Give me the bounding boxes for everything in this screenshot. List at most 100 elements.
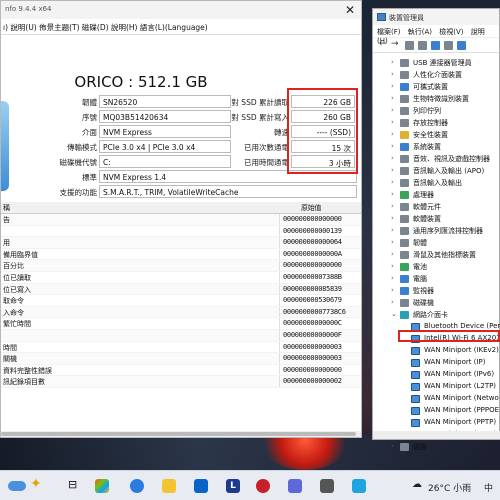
chevron-right-icon[interactable]: › (391, 106, 394, 114)
tree-item[interactable]: › 列印佇列 (373, 105, 500, 117)
tree-item[interactable]: › 電池 (373, 261, 500, 273)
table-row[interactable]: 資料完整性錯誤 000000000000000 (1, 364, 361, 377)
menu-action[interactable]: 執行(A) (408, 28, 432, 36)
forward-arrow-icon[interactable]: → (391, 39, 400, 49)
network-adapter-item[interactable]: WAN Miniport (IPv6) (373, 369, 500, 381)
tree-item[interactable]: › 音訊輸入及輸出 (APO) (373, 165, 500, 177)
tree-item[interactable]: › 通用序列匯流排控制器 (373, 225, 500, 237)
chevron-right-icon[interactable]: › (391, 226, 394, 234)
tree-item[interactable]: › 音效、視訊及遊戲控制器 (373, 153, 500, 165)
chevron-right-icon[interactable]: › (391, 130, 394, 138)
tree-item[interactable]: › 電腦 (373, 273, 500, 285)
tree-item[interactable]: › 安全性裝置 (373, 129, 500, 141)
chevron-right-icon[interactable]: › (391, 286, 394, 294)
tree-item[interactable]: › 人性化介面裝置 (373, 69, 500, 81)
chevron-right-icon[interactable]: › (391, 190, 394, 198)
table-row[interactable]: 時間 000000000000003 (1, 341, 361, 354)
table-row[interactable]: 000000000000139 (1, 225, 361, 238)
network-adapter-item[interactable]: WAN Miniport (IP) (373, 357, 500, 369)
windows-start-icon[interactable] (95, 479, 109, 493)
chevron-right-icon[interactable]: › (391, 298, 394, 306)
chevron-right-icon[interactable]: › (391, 70, 394, 78)
table-row[interactable]: 百分比 000000000000000 (1, 260, 361, 272)
tree-item[interactable]: › 磁碟機 (373, 297, 500, 309)
tree-item[interactable]: › USB 連接器管理員 (373, 57, 500, 69)
tree-item[interactable]: › 音訊輸入及輸出 (373, 177, 500, 189)
table-row[interactable]: 位已讀取 00000000007388B (1, 271, 361, 284)
tree-item[interactable]: ⌄ 網路介面卡 (373, 309, 500, 321)
chevron-right-icon[interactable]: › (391, 178, 394, 186)
scan-hardware-icon[interactable] (444, 41, 453, 50)
table-row[interactable]: 位已寫入 000000000085839 (1, 283, 361, 296)
network-adapter-item[interactable]: WAN Miniport (PPPOE (373, 405, 500, 417)
copilot-sparkle-icon[interactable]: ✦ (30, 476, 44, 492)
input-language[interactable]: 中 (484, 481, 493, 494)
table-row[interactable]: 關機 000000000000003 (1, 353, 361, 365)
chevron-right-icon[interactable]: › (391, 262, 394, 270)
photos-app-icon[interactable] (288, 479, 302, 493)
scrollbar-thumb[interactable] (1, 432, 356, 436)
table-row[interactable]: 00000000000000F (1, 329, 361, 342)
help-icon[interactable] (431, 41, 440, 50)
network-adapter-item[interactable]: WAN Miniport (L2TP) (373, 381, 500, 393)
chevron-right-icon[interactable]: › (391, 442, 394, 450)
cdi-menu-items[interactable]: ı) 說明(U) 佈景主題(T) 磁碟(D) 說明(H) 語言(L)(Langu… (3, 23, 208, 32)
widgets-icon[interactable] (8, 481, 26, 491)
tree-item[interactable]: › 存放控制器 (373, 117, 500, 129)
menu-file[interactable]: 檔案(F) (377, 28, 401, 36)
chevron-down-icon[interactable]: ⌄ (391, 310, 397, 318)
table-row[interactable]: 入命令 00000000007738C6 (1, 306, 361, 319)
tree-item[interactable]: › 鍵盤 (373, 441, 500, 453)
table-row[interactable]: 訊紀錄項目數 000000000000002 (1, 376, 361, 388)
chevron-right-icon[interactable]: › (391, 58, 394, 66)
chevron-right-icon[interactable]: › (391, 166, 394, 174)
tree-item[interactable]: › 處理器 (373, 189, 500, 201)
close-icon[interactable]: ✕ (345, 3, 355, 17)
chevron-right-icon[interactable]: › (391, 154, 394, 162)
back-arrow-icon[interactable]: ← (379, 39, 388, 49)
column-header-name[interactable]: 稱 (3, 203, 10, 213)
tree-item[interactable]: › 軟體元件 (373, 201, 500, 213)
tree-item[interactable]: › 韌體 (373, 237, 500, 249)
menu-view[interactable]: 檢視(V) (439, 28, 463, 36)
table-row[interactable]: 取命令 000000000530679 (1, 295, 361, 307)
table-row[interactable]: 用 000000000000064 (1, 237, 361, 249)
tree-item[interactable]: › 生物特徵識別裝置 (373, 93, 500, 105)
chevron-right-icon[interactable]: › (391, 214, 394, 222)
tree-item[interactable]: › 滑鼠及其他指標裝置 (373, 249, 500, 261)
chevron-right-icon[interactable]: › (391, 118, 394, 126)
properties-icon[interactable] (405, 41, 414, 50)
chevron-right-icon[interactable]: › (391, 250, 394, 258)
table-row[interactable]: 備用臨界值 00000000000000A (1, 248, 361, 261)
security-app-icon[interactable] (256, 479, 270, 493)
network-adapter-item[interactable]: WAN Miniport (PPTP) (373, 417, 500, 429)
chevron-right-icon[interactable]: › (391, 142, 394, 150)
tree-item[interactable]: › 系統裝置 (373, 141, 500, 153)
crystaldiskinfo-taskbar-icon[interactable] (352, 479, 366, 493)
column-header-raw[interactable]: 原始值 (301, 203, 321, 213)
table-row[interactable]: 繁忙時間 00000000000000C (1, 318, 361, 330)
network-adapter-item[interactable]: WAN Miniport (IKEv2) (373, 345, 500, 357)
table-row[interactable]: 告 000000000000000 (1, 214, 361, 226)
edge-browser-icon[interactable] (130, 479, 144, 493)
chevron-right-icon[interactable]: › (391, 82, 394, 90)
outlook-icon[interactable] (194, 479, 208, 493)
weather-text[interactable]: 26°C 小雨 (428, 481, 471, 494)
tree-item[interactable]: › 軟體裝置 (373, 213, 500, 225)
network-adapter-item[interactable]: WAN Miniport (Netwo (373, 393, 500, 405)
task-view-icon[interactable]: ⊟ (68, 478, 82, 492)
app-l-icon[interactable]: L (226, 479, 240, 493)
chevron-right-icon[interactable]: › (391, 238, 394, 246)
weather-icon[interactable]: ☁ (412, 479, 422, 490)
file-explorer-icon[interactable] (162, 479, 176, 493)
tree-item[interactable]: › 監視器 (373, 285, 500, 297)
show-hidden-icon[interactable] (418, 41, 427, 50)
device-manager-taskbar-icon[interactable] (320, 479, 334, 493)
chevron-right-icon[interactable]: › (391, 202, 394, 210)
network-adapter-icon (411, 395, 420, 403)
tree-item[interactable]: › 可攜式裝置 (373, 81, 500, 93)
horizontal-scrollbar[interactable] (1, 431, 361, 437)
monitor-icon[interactable] (457, 41, 466, 50)
chevron-right-icon[interactable]: › (391, 94, 394, 102)
chevron-right-icon[interactable]: › (391, 274, 394, 282)
